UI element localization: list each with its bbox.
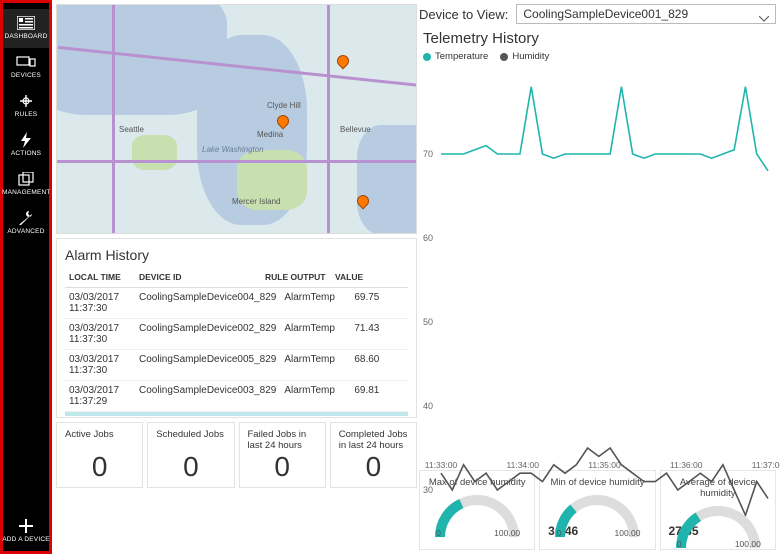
sidebar-label: ACTIONS [11, 150, 41, 157]
map-label: Bellevue [340, 125, 371, 134]
device-select[interactable]: CoolingSampleDevice001_829 [516, 4, 776, 24]
gauge-max: 100.00 [614, 528, 640, 538]
table-row[interactable]: 03/03/2017 11:37:29CoolingSampleDevice00… [65, 381, 408, 412]
gauge-max: 100.00 [494, 528, 520, 538]
gauge-min: 0 [436, 528, 441, 538]
gauge: 0 31.84 100.00 [675, 505, 761, 551]
col-local-time[interactable]: LOCAL TIME [65, 267, 135, 288]
map-pin[interactable] [335, 53, 352, 70]
job-tile[interactable]: Completed Jobs in last 24 hours0 [330, 422, 417, 488]
plus-icon [16, 518, 36, 534]
gauge-min: 0 [556, 528, 561, 538]
sidebar-label: DASHBOARD [5, 33, 48, 40]
app-root: DASHBOARD DEVICES RULES ACTIONS MANAGEME… [0, 0, 780, 554]
col-value[interactable]: VALUE [331, 267, 408, 288]
map-label: Clyde Hill [267, 101, 301, 110]
sidebar-item-add-device[interactable]: ADD A DEVICE [3, 512, 49, 551]
map-label: Medina [257, 130, 283, 139]
right-column: Device to View: CoolingSampleDevice001_8… [417, 0, 780, 554]
map-card[interactable]: Seattle Bellevue Clyde Hill Medina Lake … [56, 4, 417, 234]
dashboard-icon [16, 15, 36, 31]
job-tile[interactable]: Failed Jobs in last 24 hours0 [239, 422, 326, 488]
sidebar-label: ADD A DEVICE [2, 536, 50, 543]
sidebar: DASHBOARD DEVICES RULES ACTIONS MANAGEME… [0, 0, 52, 554]
sidebar-item-rules[interactable]: RULES [3, 87, 49, 126]
device-selector-row: Device to View: CoolingSampleDevice001_8… [419, 2, 776, 26]
col-rule-output[interactable]: RULE OUTPUT [261, 267, 331, 288]
alarm-table-header: LOCAL TIME DEVICE ID RULE OUTPUT VALUE [65, 267, 408, 288]
alarm-rows-scroll[interactable]: 03/03/2017 11:37:30CoolingSampleDevice00… [65, 288, 408, 417]
sidebar-item-actions[interactable]: ACTIONS [3, 126, 49, 165]
telemetry-title: Telemetry History [423, 28, 772, 49]
job-tile[interactable]: Scheduled Jobs0 [147, 422, 234, 488]
gauge: 0 36.46 100.00 [434, 494, 520, 540]
sidebar-label: ADVANCED [7, 228, 44, 235]
telemetry-chart[interactable]: 304050607011:33:0011:34:0011:35:0011:36:… [423, 66, 772, 468]
wrench-icon [16, 210, 36, 226]
sidebar-label: DEVICES [11, 72, 41, 79]
job-value: 0 [156, 451, 225, 483]
alarm-history-card: Alarm History LOCAL TIME DEVICE ID RULE … [56, 238, 417, 418]
job-label: Active Jobs [65, 429, 134, 451]
telemetry-card: Telemetry History Temperature Humidity 30… [419, 28, 776, 468]
job-label: Failed Jobs in last 24 hours [248, 429, 317, 451]
col-device-id[interactable]: DEVICE ID [135, 267, 261, 288]
job-tile[interactable]: Active Jobs0 [56, 422, 143, 488]
job-value: 0 [65, 451, 134, 483]
legend-item: Temperature [423, 51, 488, 62]
legend-item: Humidity [500, 51, 549, 62]
table-row[interactable]: 03/03/2017 11:37:30CoolingSampleDevice00… [65, 288, 408, 319]
sidebar-item-dashboard[interactable]: DASHBOARD [3, 9, 49, 48]
map-label: Mercer Island [232, 197, 280, 206]
devices-icon [16, 54, 36, 70]
job-label: Scheduled Jobs [156, 429, 225, 451]
device-select-value: CoolingSampleDevice001_829 [523, 7, 688, 21]
gauge-min: 0 [677, 539, 682, 549]
sidebar-label: MANAGEMENT JOBS [2, 189, 50, 196]
sidebar-item-management-jobs[interactable]: MANAGEMENT JOBS [3, 165, 49, 204]
gauge-max: 100.00 [735, 539, 761, 549]
alarm-history-title: Alarm History [65, 247, 408, 263]
job-label: Completed Jobs in last 24 hours [339, 429, 408, 451]
sidebar-label: RULES [15, 111, 38, 118]
jobs-icon [16, 171, 36, 187]
job-value: 0 [339, 451, 408, 483]
map-label: Lake Washington [202, 145, 264, 154]
device-to-view-label: Device to View: [419, 7, 508, 22]
sidebar-item-devices[interactable]: DEVICES [3, 48, 49, 87]
alarm-row-highlight [65, 412, 408, 416]
sidebar-item-advanced[interactable]: ADVANCED [3, 204, 49, 243]
left-column: Seattle Bellevue Clyde Hill Medina Lake … [52, 0, 417, 554]
telemetry-legend: Temperature Humidity [423, 49, 772, 66]
main: Seattle Bellevue Clyde Hill Medina Lake … [52, 0, 780, 554]
lightning-icon [16, 132, 36, 148]
job-tiles-row: Active Jobs0Scheduled Jobs0Failed Jobs i… [56, 422, 417, 488]
gauge: 0 27.85 100.00 [554, 494, 640, 540]
rules-icon [16, 93, 36, 109]
table-row[interactable]: 03/03/2017 11:37:30CoolingSampleDevice00… [65, 319, 408, 350]
map-label: Seattle [119, 125, 144, 134]
gauge-value: 31.84 [761, 535, 780, 549]
job-value: 0 [248, 451, 317, 483]
chevron-down-icon [759, 11, 769, 25]
table-row[interactable]: 03/03/2017 11:37:30CoolingSampleDevice00… [65, 350, 408, 381]
